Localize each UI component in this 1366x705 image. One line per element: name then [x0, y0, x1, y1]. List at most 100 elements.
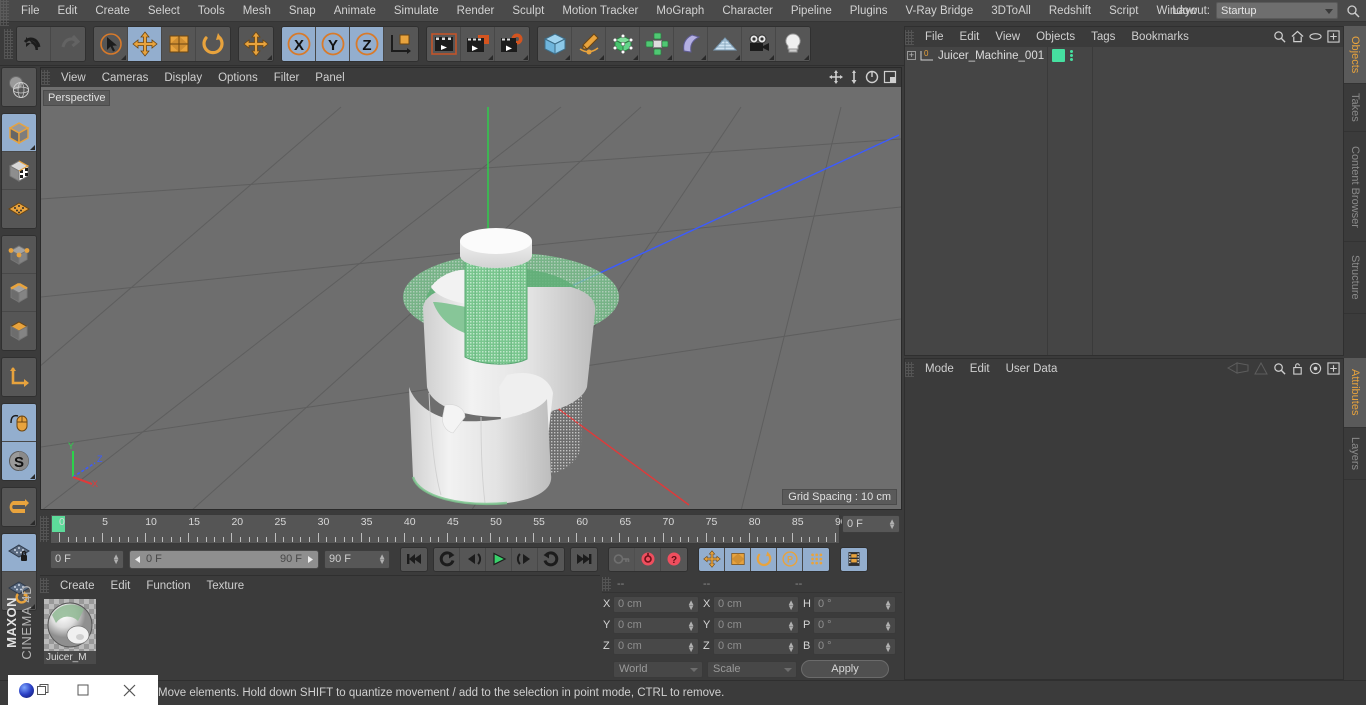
ellipse-icon[interactable] [1309, 30, 1322, 46]
redo-button[interactable] [51, 26, 85, 61]
position-z-field[interactable]: 0 cm ▲ ▼ [613, 637, 699, 655]
size-z-field[interactable]: 0 cm ▲ ▼ [713, 637, 799, 655]
material-menu-texture[interactable]: Texture [198, 580, 252, 592]
key-pla-toggle[interactable] [803, 547, 829, 571]
timeline-ruler[interactable]: 0 5 10 15 20 25 30 35 40 45 50 55 60 65 70 75 80 85 90 [50, 514, 847, 544]
edges-mode[interactable] [2, 274, 36, 312]
object-row-juicer-machine[interactable]: + 0 Juicer_Machine_001 [905, 47, 1047, 64]
coordinates-grip[interactable] [602, 576, 611, 591]
material-menu-create[interactable]: Create [52, 580, 103, 592]
polygons-mode[interactable] [2, 312, 36, 350]
menu-item-redshift[interactable]: Redshift [1040, 0, 1100, 22]
add-array-button[interactable] [640, 26, 674, 61]
spinner-icon[interactable]: ▲ ▼ [884, 598, 892, 611]
render-to-picture-viewer-button[interactable] [461, 26, 495, 61]
maximize-view-icon[interactable] [883, 70, 897, 87]
search-icon[interactable] [1273, 362, 1286, 378]
key-scale-toggle[interactable] [725, 547, 751, 571]
search-icon[interactable] [1273, 30, 1286, 46]
material-menu-function[interactable]: Function [138, 580, 198, 592]
menu-item-character[interactable]: Character [713, 0, 782, 22]
attribute-menu-mode[interactable]: Mode [917, 363, 962, 375]
spinner-icon[interactable]: ▲ ▼ [884, 640, 892, 653]
undo-button[interactable] [17, 26, 51, 61]
minimize-icon[interactable] [60, 675, 106, 705]
size-y-field[interactable]: 0 cm ▲ ▼ [713, 616, 799, 634]
expand-toggle-icon[interactable]: + [907, 51, 916, 60]
tab-objects[interactable]: Objects [1344, 26, 1366, 84]
layout-select[interactable]: Startup [1216, 2, 1338, 19]
object-manager-grip[interactable] [905, 29, 914, 45]
material-preview-thumbnail[interactable] [44, 599, 96, 651]
menu-item-sculpt[interactable]: Sculpt [503, 0, 553, 22]
add-camera-button[interactable] [742, 26, 776, 61]
keyframe-help-button[interactable]: ? [661, 547, 687, 571]
tab-layers[interactable]: Layers [1344, 428, 1366, 480]
viewport-menu-panel[interactable]: Panel [307, 72, 352, 84]
menu-item-tools[interactable]: Tools [189, 0, 234, 22]
spinner-icon[interactable]: ▲ ▼ [888, 518, 896, 531]
nav-up-icon[interactable] [1254, 361, 1268, 378]
add-bend-deformer-button[interactable] [674, 26, 708, 61]
attribute-menu-edit[interactable]: Edit [962, 363, 998, 375]
attribute-content-area[interactable] [905, 381, 1343, 679]
viewport-grip[interactable] [41, 70, 50, 85]
autokeying-button[interactable] [841, 547, 867, 571]
plus-box-icon[interactable] [1327, 362, 1340, 378]
menu-grip[interactable] [0, 0, 9, 26]
object-tree-empty-area[interactable] [1093, 47, 1343, 355]
menu-item-pipeline[interactable]: Pipeline [782, 0, 841, 22]
enable-snap[interactable] [2, 488, 36, 526]
add-floor-button[interactable] [708, 26, 742, 61]
target-icon[interactable] [1309, 362, 1322, 378]
step-forward-button[interactable] [512, 547, 538, 571]
lock-x-axis[interactable]: X [282, 26, 316, 61]
viewport-3d-canvas[interactable]: Perspective Grid Spacing : 10 cm Y Z X [41, 87, 901, 509]
spinner-icon[interactable]: ▲ ▼ [687, 640, 695, 653]
material-menu-edit[interactable]: Edit [103, 580, 139, 592]
soft-selection-mode[interactable]: S [2, 442, 36, 480]
object-menu-edit[interactable]: Edit [952, 31, 988, 43]
object-menu-bookmarks[interactable]: Bookmarks [1123, 31, 1197, 43]
object-menu-file[interactable]: File [917, 31, 952, 43]
key-position-toggle[interactable] [699, 547, 725, 571]
position-x-field[interactable]: 0 cm ▲ ▼ [613, 595, 699, 613]
goto-end-button[interactable] [571, 547, 597, 571]
texture-mode[interactable] [2, 152, 36, 190]
axis-modify-mode[interactable] [2, 358, 36, 396]
make-editable-tool[interactable] [2, 68, 36, 106]
current-frame-input[interactable]: 0 F ▲ ▼ [50, 549, 124, 569]
render-settings-button[interactable] [495, 26, 529, 61]
attribute-menu-user-data[interactable]: User Data [998, 363, 1066, 375]
spinner-icon[interactable]: ▲ ▼ [378, 552, 386, 565]
material-item[interactable]: Juicer_M [44, 599, 96, 664]
rotate-view-icon[interactable] [865, 70, 879, 87]
menu-item-select[interactable]: Select [139, 0, 189, 22]
object-menu-tags[interactable]: Tags [1083, 31, 1123, 43]
spinner-icon[interactable]: ▲ ▼ [112, 552, 120, 565]
menu-item-mesh[interactable]: Mesh [234, 0, 280, 22]
menu-item-simulate[interactable]: Simulate [385, 0, 448, 22]
menu-item-file[interactable]: File [12, 0, 49, 22]
end-frame-input[interactable]: 90 F ▲ ▼ [324, 549, 390, 569]
add-cube-button[interactable] [538, 26, 572, 61]
goto-start-button[interactable] [401, 547, 427, 571]
preview-range-bar[interactable]: 0 F 90 F [129, 549, 319, 569]
step-back-button[interactable] [460, 547, 486, 571]
apply-button[interactable]: Apply [801, 660, 889, 678]
spinner-icon[interactable]: ▲ ▼ [787, 640, 795, 653]
rotation-b-field[interactable]: 0 ° ▲ ▼ [813, 637, 896, 655]
viewport-menu-view[interactable]: View [53, 72, 94, 84]
tab-takes[interactable]: Takes [1344, 84, 1366, 132]
menu-item-motion-tracker[interactable]: Motion Tracker [553, 0, 647, 22]
rotation-h-field[interactable]: 0 ° ▲ ▼ [813, 595, 896, 613]
menu-item-mograph[interactable]: MoGraph [647, 0, 713, 22]
lock-y-axis[interactable]: Y [316, 26, 350, 61]
position-y-field[interactable]: 0 cm ▲ ▼ [613, 616, 699, 634]
plus-box-icon[interactable] [1327, 30, 1340, 46]
autokey-button[interactable] [635, 547, 661, 571]
menu-item-edit[interactable]: Edit [49, 0, 87, 22]
key-param-toggle[interactable]: P [777, 547, 803, 571]
viewport-menu-display[interactable]: Display [156, 72, 210, 84]
menu-item-render[interactable]: Render [448, 0, 504, 22]
